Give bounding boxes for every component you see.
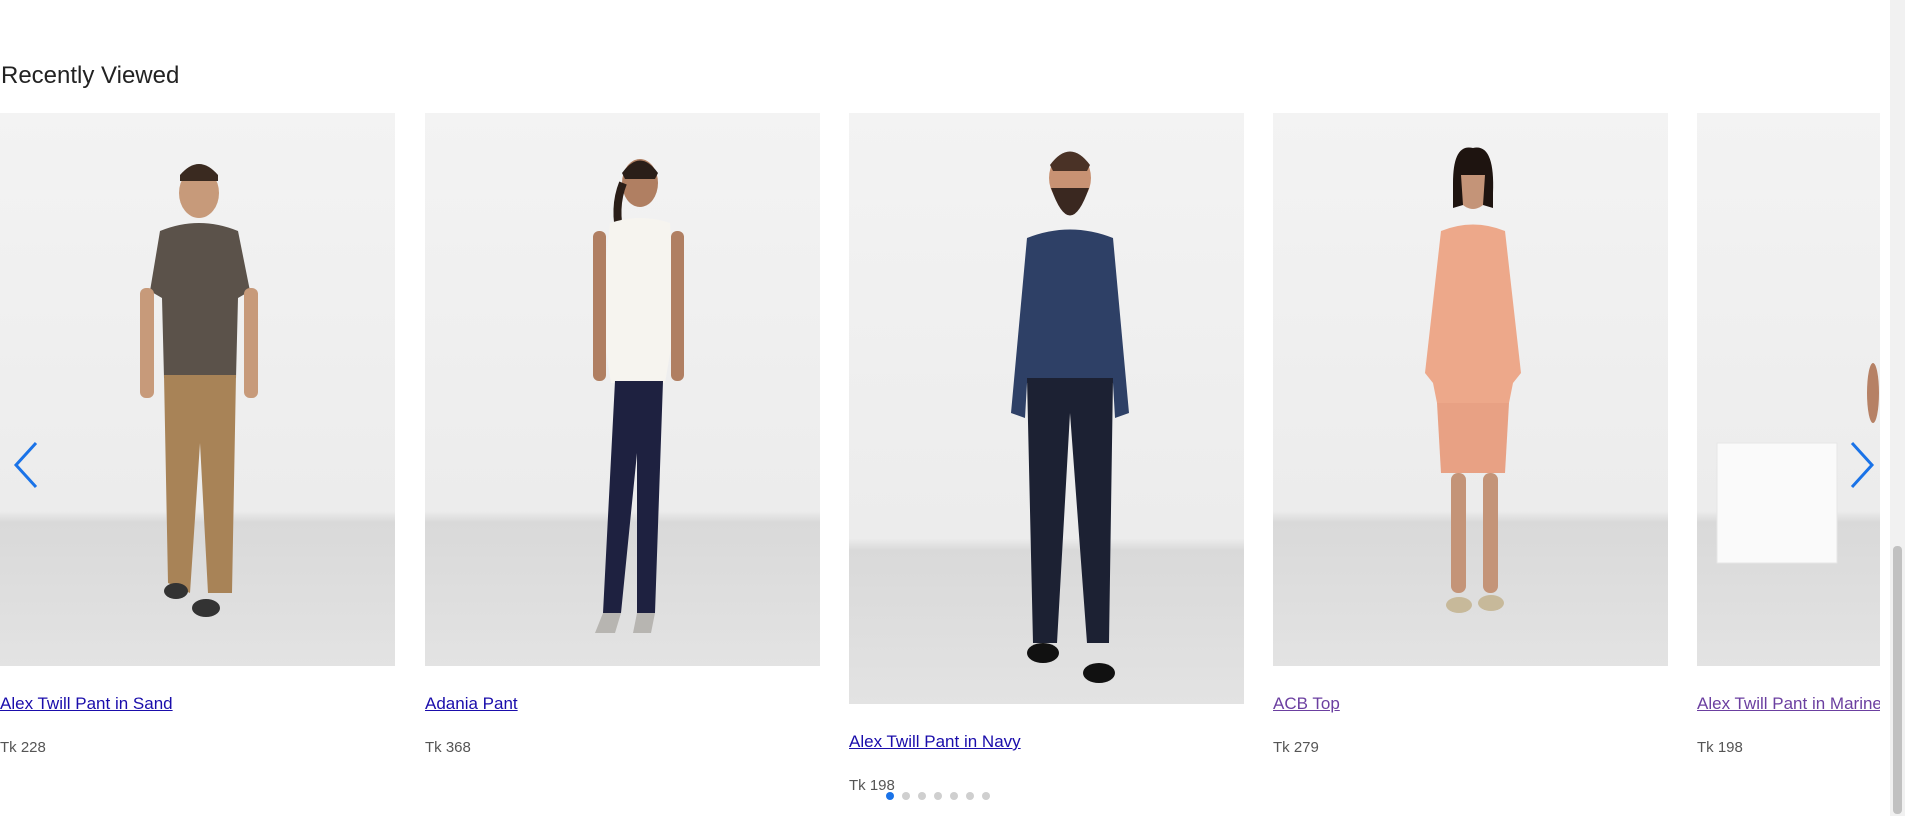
pagination-dot[interactable] xyxy=(902,792,910,800)
product-card[interactable]: Alex Twill Pant in Navy Tk 198 xyxy=(849,113,1244,794)
pagination-dot[interactable] xyxy=(918,792,926,800)
partial-model-photo xyxy=(1716,363,1879,564)
page-scrollbar[interactable] xyxy=(1890,0,1905,816)
product-card[interactable]: Alex Twill Pant in Sand Tk 228 xyxy=(0,113,395,756)
chevron-right-icon xyxy=(1850,441,1875,489)
man-in-brown-tshirt-photo xyxy=(140,164,258,617)
product-image[interactable] xyxy=(425,113,820,666)
product-card[interactable]: ACB Top Tk 279 xyxy=(1273,113,1668,756)
scrollbar-thumb[interactable] xyxy=(1893,546,1902,814)
product-price: Tk 198 xyxy=(1697,739,1743,756)
carousel-prev-button[interactable] xyxy=(8,440,48,490)
product-price: Tk 228 xyxy=(0,739,46,756)
product-card[interactable]: Alex Twill Pant in Marine Tk 198 xyxy=(1697,113,1880,756)
bearded-man-in-navy-shirt-photo xyxy=(1011,151,1129,683)
section-title: Recently Viewed xyxy=(1,62,180,89)
pagination-dot[interactable] xyxy=(982,792,990,800)
chevron-left-icon xyxy=(13,441,38,489)
pagination-dot[interactable] xyxy=(966,792,974,800)
product-name-link[interactable]: Alex Twill Pant in Navy xyxy=(849,732,1021,752)
carousel-pagination xyxy=(886,792,990,804)
product-price: Tk 279 xyxy=(1273,739,1319,756)
product-name-link[interactable]: Adania Pant xyxy=(425,694,518,714)
pagination-dot[interactable] xyxy=(950,792,958,800)
woman-in-peach-top-photo xyxy=(1425,147,1521,613)
product-image[interactable] xyxy=(849,113,1244,704)
product-name-link[interactable]: Alex Twill Pant in Marine xyxy=(1697,694,1880,714)
woman-in-white-blouse-photo xyxy=(593,159,684,633)
product-image[interactable] xyxy=(1273,113,1668,666)
carousel-next-button[interactable] xyxy=(1840,440,1880,490)
carousel-track: Alex Twill Pant in Sand Tk 228 Adania Pa… xyxy=(0,113,1880,816)
product-name-link[interactable]: Alex Twill Pant in Sand xyxy=(0,694,173,714)
product-image[interactable] xyxy=(0,113,395,666)
product-card[interactable]: Adania Pant Tk 368 xyxy=(425,113,820,756)
product-price: Tk 368 xyxy=(425,739,471,756)
pagination-dot[interactable] xyxy=(886,792,894,800)
product-image[interactable] xyxy=(1697,113,1880,666)
pagination-dot[interactable] xyxy=(934,792,942,800)
product-name-link[interactable]: ACB Top xyxy=(1273,694,1340,714)
